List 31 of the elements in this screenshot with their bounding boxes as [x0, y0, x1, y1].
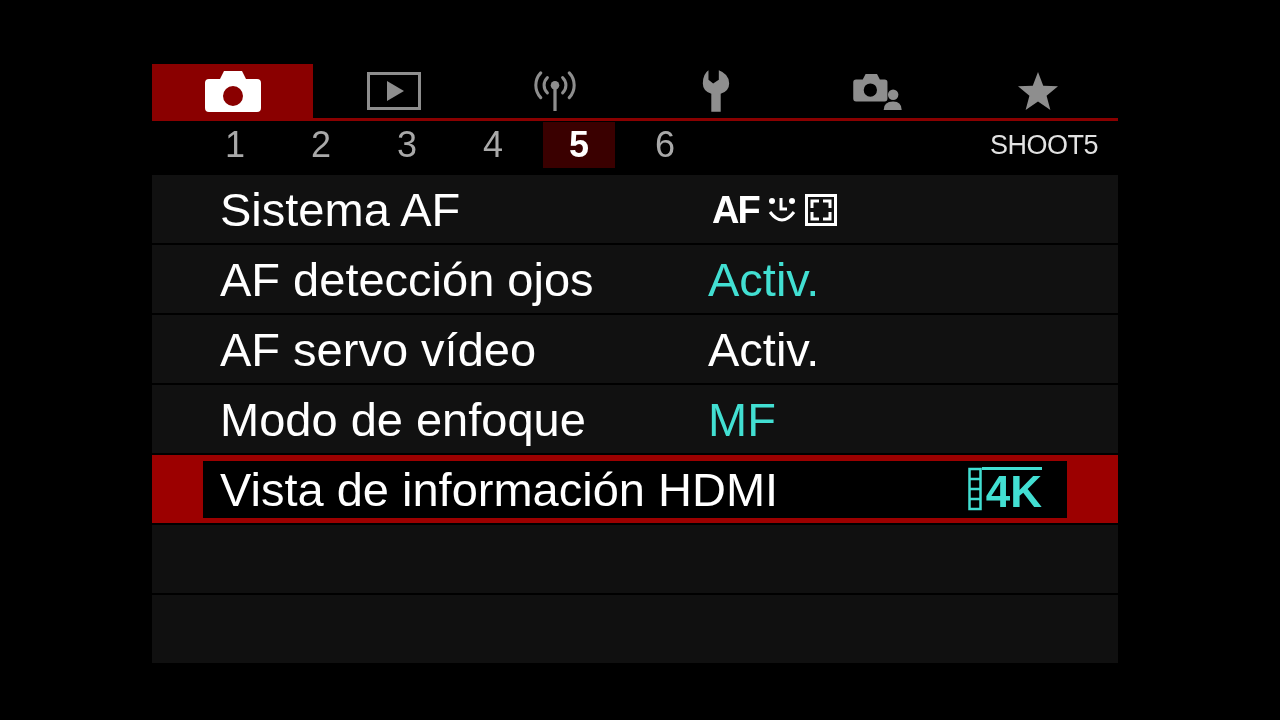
face-icon	[766, 195, 797, 224]
setting-label: Vista de información HDMI	[220, 462, 779, 518]
page-tab[interactable]: 3	[371, 122, 443, 168]
setting-label: AF servo vídeo	[220, 322, 538, 378]
menu-row[interactable]: AF servo vídeo Activ.	[152, 315, 1118, 383]
menu-tab[interactable]	[152, 64, 313, 118]
menu-row[interactable]: Sistema AF AF	[152, 175, 1118, 243]
menu-row[interactable]: Vista de información HDMI 4K	[152, 455, 1118, 523]
page-tab[interactable]: 2	[285, 122, 357, 168]
setting-label: Sistema AF	[220, 182, 462, 238]
setting-label: Modo de enfoque	[220, 392, 587, 448]
setting-value: 4K	[981, 467, 1042, 512]
page-tab[interactable]: 1	[199, 122, 271, 168]
setting-label: AF detección ojos	[220, 252, 595, 308]
page-tab[interactable]: 4	[457, 122, 529, 168]
menu-row[interactable]: AF detección ojos Activ.	[152, 245, 1118, 313]
menu-row[interactable]: Modo de enfoque MF	[152, 385, 1118, 453]
setting-value: MF	[708, 392, 776, 448]
setting-value: Activ.	[708, 322, 820, 378]
camera-person-icon	[851, 72, 902, 110]
camera-icon	[203, 69, 262, 113]
antenna-icon	[531, 71, 578, 111]
page-tab[interactable]: 6	[629, 122, 701, 168]
star-icon	[1016, 71, 1059, 111]
focus-frame-icon	[804, 193, 837, 226]
page-tab[interactable]: 5	[543, 122, 615, 168]
play-icon	[366, 72, 421, 110]
setting-value: AF	[712, 187, 759, 232]
setting-value: Activ.	[708, 252, 820, 308]
page-label: SHOOT5	[989, 129, 1098, 161]
film-strip-icon	[967, 467, 982, 511]
